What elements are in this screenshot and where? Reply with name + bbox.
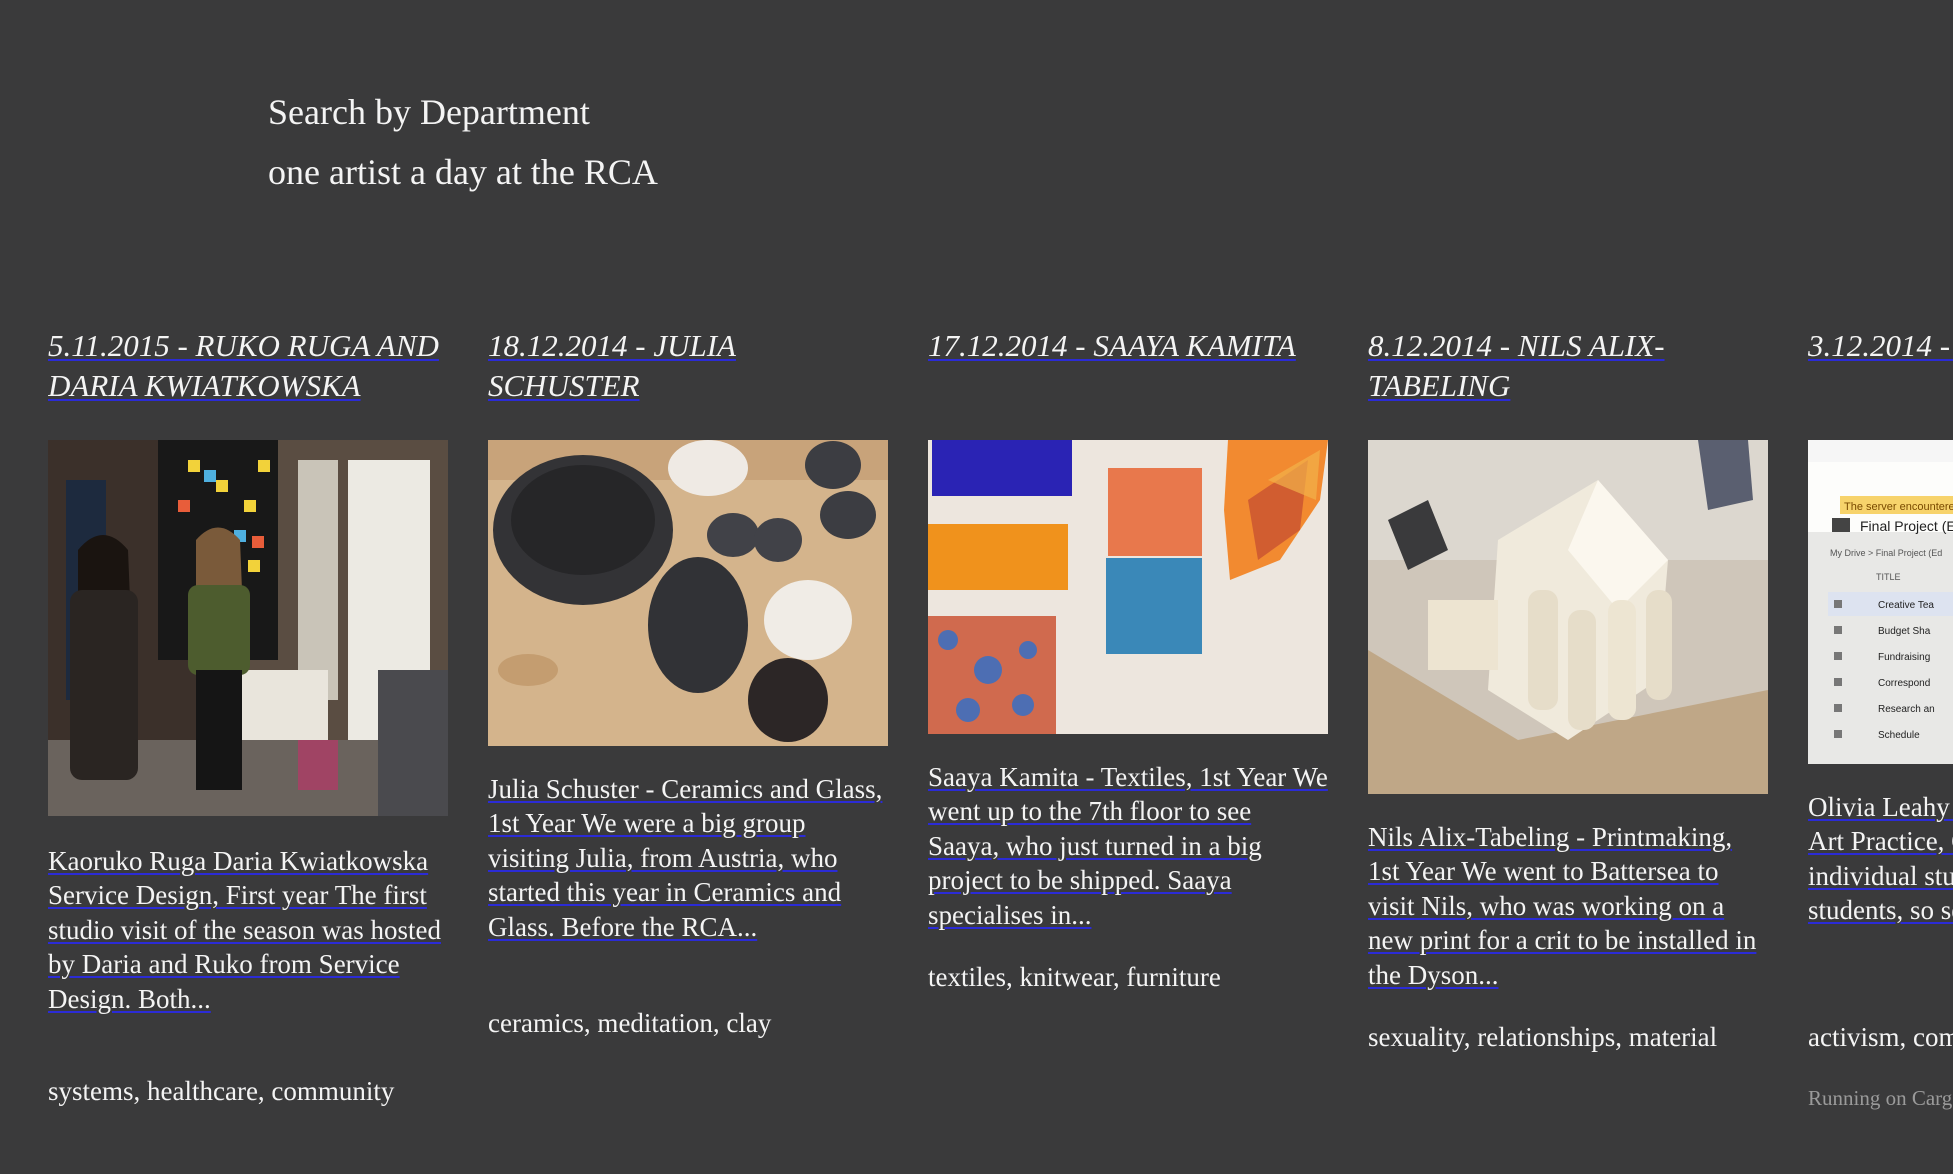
drive-row: Research an: [1878, 704, 1935, 715]
drive-error-banner: The server encountered: [1844, 501, 1953, 513]
running-on-credit[interactable]: Running on Cargo: [1808, 1086, 1953, 1111]
post-image[interactable]: The server encountered Final Project (Ed…: [1808, 440, 1953, 764]
post-excerpt[interactable]: Julia Schuster - Ceramics and Glass, 1st…: [488, 772, 888, 944]
ceramics-photo: [488, 440, 888, 746]
drive-folder-title: Final Project (Ed: [1860, 518, 1953, 534]
post-image[interactable]: [488, 440, 888, 746]
post-title[interactable]: 18.12.2014 - JULIA SCHUSTER: [488, 326, 888, 406]
post-card-julia-schuster: 18.12.2014 - JULIA SCHUSTER Julia Schust…: [488, 326, 888, 1038]
post-card-saaya-kamita: 17.12.2014 - SAAYA KAMITA Saaya Kamita -…: [928, 326, 1328, 992]
drive-row: Correspond: [1878, 678, 1930, 689]
studio-photo: [48, 440, 448, 816]
post-tags: activism, community: [1808, 1022, 1953, 1052]
drive-row: Fundraising: [1878, 652, 1930, 663]
drive-row: Creative Tea: [1878, 600, 1934, 611]
post-image[interactable]: [1368, 440, 1768, 794]
drive-breadcrumb: My Drive > Final Project (Ed: [1830, 548, 1942, 558]
post-excerpt[interactable]: Nils Alix-Tabeling - Printmaking, 1st Ye…: [1368, 820, 1768, 992]
drive-row: Budget Sha: [1878, 626, 1931, 637]
textiles-photo: [928, 440, 1328, 734]
post-title[interactable]: 17.12.2014 - SAAYA KAMITA: [928, 326, 1328, 366]
post-excerpt[interactable]: Kaoruko Ruga Daria Kwiatkowska Service D…: [48, 844, 448, 1016]
post-excerpt[interactable]: Saaya Kamita - Textiles, 1st Year We wen…: [928, 760, 1328, 932]
post-title[interactable]: 3.12.2014 - OLIVIA LEAHY: [1808, 326, 1953, 366]
drive-row: Schedule: [1878, 730, 1920, 741]
post-tags: textiles, knitwear, furniture: [928, 962, 1221, 992]
post-image[interactable]: [928, 440, 1328, 734]
post-card-olivia-leahy: 3.12.2014 - OLIVIA LEAHY The server enco…: [1808, 326, 1953, 1110]
post-card-nils-alix-tabeling: 8.12.2014 - NILS ALIX-TABELING Nils Alix…: [1368, 326, 1768, 1052]
post-image[interactable]: [48, 440, 448, 816]
post-tags: ceramics, meditation, clay: [488, 1008, 772, 1038]
post-card-ruko-ruga: 5.11.2015 - RUKO RUGA AND DARIA KWIATKOW…: [48, 326, 448, 1106]
search-by-department-link[interactable]: Search by Department: [268, 82, 658, 142]
print-model-photo: [1368, 440, 1768, 794]
post-title[interactable]: 8.12.2014 - NILS ALIX-TABELING: [1368, 326, 1768, 406]
post-excerpt[interactable]: Olivia Leahy - Contemporary Art Practice…: [1808, 790, 1953, 928]
post-tags: systems, healthcare, community: [48, 1076, 395, 1106]
drive-title-column: TITLE: [1876, 572, 1901, 582]
drive-screenshot-photo: The server encountered Final Project (Ed…: [1808, 440, 1953, 764]
site-title-link[interactable]: one artist a day at the RCA: [268, 142, 658, 202]
post-tags: sexuality, relationships, material: [1368, 1022, 1718, 1052]
post-feed: 5.11.2015 - RUKO RUGA AND DARIA KWIATKOW…: [48, 326, 1953, 1174]
post-title[interactable]: 5.11.2015 - RUKO RUGA AND DARIA KWIATKOW…: [48, 326, 448, 406]
site-header: Search by Department one artist a day at…: [268, 82, 658, 202]
